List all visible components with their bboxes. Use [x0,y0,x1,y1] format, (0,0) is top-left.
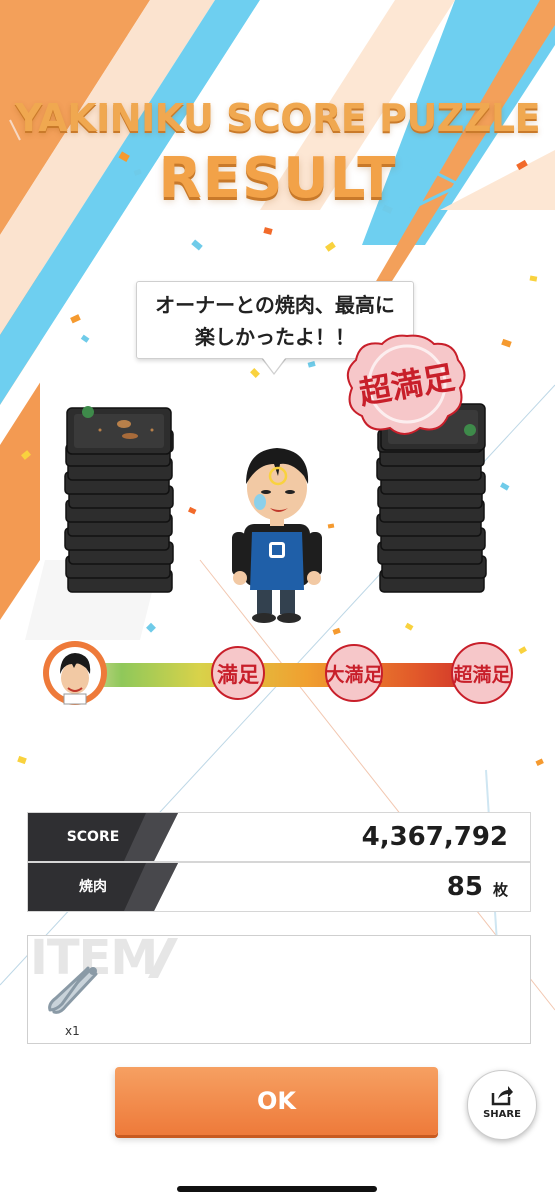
ok-button[interactable]: OK [115,1067,438,1135]
gauge-level-2: 大満足 [325,663,383,686]
meat-value: 85 枚 [447,863,508,911]
meat-count-row: 焼肉 85 枚 [27,862,531,912]
gauge-marker-3: 超満足 [451,642,513,704]
score-number: 4,367,792 [361,822,508,852]
satisfaction-gauge: 満足 大満足 超満足 [43,641,513,705]
share-button[interactable]: SHARE [467,1070,537,1140]
item-quantity: x1 [65,1024,80,1038]
gauge-marker-1: 満足 [211,646,265,700]
score-value: 4,367,792 [362,813,508,861]
item-header-slash [148,938,178,978]
meat-number: 85 [446,872,483,902]
satisfaction-stamp: 超満足 [346,334,466,435]
gauge-level-3: 超満足 [452,663,511,686]
share-icon [491,1086,513,1106]
home-indicator [177,1186,377,1192]
meat-label: 焼肉 [79,879,107,895]
gauge-level-1: 満足 [217,662,259,687]
gauge-portrait [43,641,107,705]
result-screen: YAKINIKU SCORE PUZZLE RESULT オーナーとの焼肉、最高… [0,0,555,1200]
score-label: SCORE [66,829,120,845]
gauge-fill [70,663,500,687]
score-row: SCORE 4,367,792 [27,812,531,862]
result-panel: SCORE 4,367,792 焼肉 85 枚 [27,812,531,912]
game-title: YAKINIKU SCORE PUZZLE [14,96,541,140]
item-panel: ITEM x1 [27,935,531,1044]
tongs-icon[interactable] [44,964,100,1020]
meat-unit: 枚 [492,881,508,899]
speech-bubble-tail [262,357,286,373]
result-heading: RESULT [158,146,397,211]
gauge-marker-2: 大満足 [325,644,383,702]
plate-stack-left [64,406,174,593]
share-label: SHARE [483,1109,521,1120]
character-avatar [232,448,322,623]
speech-line-1: オーナーとの焼肉、最高に [155,293,395,317]
